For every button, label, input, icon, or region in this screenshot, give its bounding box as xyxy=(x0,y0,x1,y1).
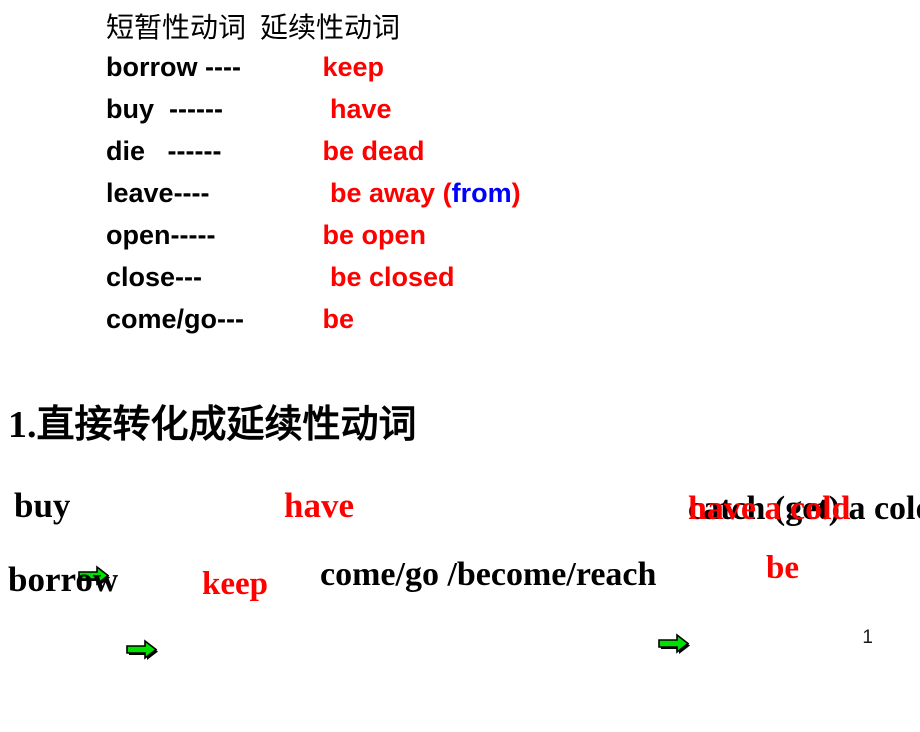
target-verb: keep xyxy=(202,566,268,602)
table-row: leave---- be away (from) xyxy=(106,172,726,214)
page-number: 1 xyxy=(862,627,873,648)
conversion-target-have: have xyxy=(284,488,354,523)
conversion-target-have-a-cold: have a cold xyxy=(688,492,850,526)
durative-verb: have xyxy=(315,94,392,124)
conversion-pair-borrow: borrow xyxy=(8,560,159,660)
table-row: borrow ---- keep xyxy=(106,46,726,88)
table-row: open----- be open xyxy=(106,214,726,256)
durative-verb: be away (from) xyxy=(315,172,521,214)
target-verb: be xyxy=(766,550,799,586)
conversion-pair-buy: buy xyxy=(14,486,111,586)
slide-canvas: 短暂性动词 延续性动词 borrow ---- keep buy ------ … xyxy=(0,0,920,690)
source-verb: borrow xyxy=(8,560,119,599)
durative-verb: be dead xyxy=(315,136,425,166)
table-row: come/go--- be xyxy=(106,298,726,340)
source-verb: buy xyxy=(14,486,71,525)
short-action-verb: open----- xyxy=(106,220,216,250)
short-action-verb: borrow ---- xyxy=(106,52,241,82)
conversion-target-keep: keep xyxy=(202,568,268,601)
durative-verb: be closed xyxy=(315,262,455,292)
short-action-verb: leave---- xyxy=(106,178,210,208)
short-action-verb: die ------ xyxy=(106,136,222,166)
verb-pair-table: 短暂性动词 延续性动词 borrow ---- keep buy ------ … xyxy=(106,12,726,340)
durative-verb: keep xyxy=(315,52,385,82)
table-row: close--- be closed xyxy=(106,256,726,298)
conversion-target-be: be xyxy=(766,552,799,585)
short-action-verb: close--- xyxy=(106,262,203,292)
target-verb: have xyxy=(284,486,354,525)
conversion-pair-come-go-become-reach: come/go /become/reach xyxy=(320,556,691,654)
table-row: die ------ be dead xyxy=(106,130,726,172)
short-action-verb: come/go--- xyxy=(106,304,244,334)
verb-table-header: 短暂性动词 延续性动词 xyxy=(106,13,401,44)
short-action-verb: buy ------ xyxy=(106,94,223,124)
target-phrase: have a cold xyxy=(688,490,851,527)
section-heading: 1.直接转化成延续性动词 xyxy=(8,404,417,446)
source-verbs: come/go /become/reach xyxy=(320,556,657,593)
paren-close: ) xyxy=(511,178,521,208)
right-block-arrow-icon xyxy=(76,495,111,586)
right-block-arrow-icon xyxy=(124,569,159,660)
table-row: buy ------ have xyxy=(106,88,726,130)
durative-verb-text: be away xyxy=(315,178,443,208)
durative-verb: be xyxy=(315,304,355,334)
durative-verb: be open xyxy=(315,220,427,250)
right-block-arrow-icon xyxy=(656,565,691,654)
paren-open: ( xyxy=(442,178,452,208)
preposition-from: from xyxy=(451,178,512,208)
